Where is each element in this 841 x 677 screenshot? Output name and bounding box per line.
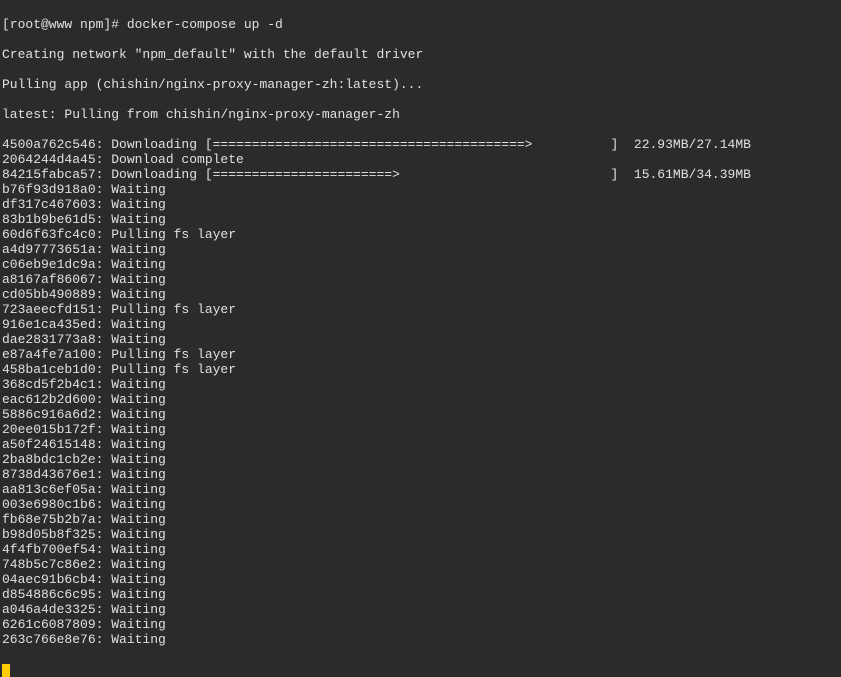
layer-line: 6261c6087809: Waiting [2,617,839,632]
pulling-app-line: Pulling app (chishin/nginx-proxy-manager… [2,77,839,92]
layer-line: a8167af86067: Waiting [2,272,839,287]
layer-line: 04aec91b6cb4: Waiting [2,572,839,587]
layer-line: fb68e75b2b7a: Waiting [2,512,839,527]
layer-line: 458ba1ceb1d0: Pulling fs layer [2,362,839,377]
layer-line: c06eb9e1dc9a: Waiting [2,257,839,272]
layer-line: 83b1b9be61d5: Waiting [2,212,839,227]
layer-line: 723aeecfd151: Pulling fs layer [2,302,839,317]
layer-line: 916e1ca435ed: Waiting [2,317,839,332]
layer-line: 003e6980c1b6: Waiting [2,497,839,512]
layer-line: eac612b2d600: Waiting [2,392,839,407]
layer-line: 8738d43676e1: Waiting [2,467,839,482]
layer-line: b98d05b8f325: Waiting [2,527,839,542]
terminal-cursor [2,664,10,677]
layer-line: 84215fabca57: Downloading [=============… [2,167,839,182]
layer-line: df317c467603: Waiting [2,197,839,212]
layer-line: 2ba8bdc1cb2e: Waiting [2,452,839,467]
layer-line: 4f4fb700ef54: Waiting [2,542,839,557]
latest-pulling-line: latest: Pulling from chishin/nginx-proxy… [2,107,839,122]
prompt-line: [root@www npm]# docker-compose up -d [2,17,839,32]
layer-line: 5886c916a6d2: Waiting [2,407,839,422]
layer-line: 748b5c7c86e2: Waiting [2,557,839,572]
layer-line: 60d6f63fc4c0: Pulling fs layer [2,227,839,242]
layer-line: 4500a762c546: Downloading [=============… [2,137,839,152]
layer-line: 368cd5f2b4c1: Waiting [2,377,839,392]
layer-line: e87a4fe7a100: Pulling fs layer [2,347,839,362]
layer-line: cd05bb490889: Waiting [2,287,839,302]
layer-line: 20ee015b172f: Waiting [2,422,839,437]
layer-line: d854886c6c95: Waiting [2,587,839,602]
layer-line: aa813c6ef05a: Waiting [2,482,839,497]
network-line: Creating network "npm_default" with the … [2,47,839,62]
layer-line: 2064244d4a45: Download complete [2,152,839,167]
layer-line: dae2831773a8: Waiting [2,332,839,347]
layer-line: a046a4de3325: Waiting [2,602,839,617]
terminal-output[interactable]: [root@www npm]# docker-compose up -d Cre… [2,2,839,677]
layer-line: b76f93d918a0: Waiting [2,182,839,197]
layers-container: 4500a762c546: Downloading [=============… [2,137,839,647]
layer-line: 263c766e8e76: Waiting [2,632,839,647]
layer-line: a4d97773651a: Waiting [2,242,839,257]
layer-line: a50f24615148: Waiting [2,437,839,452]
